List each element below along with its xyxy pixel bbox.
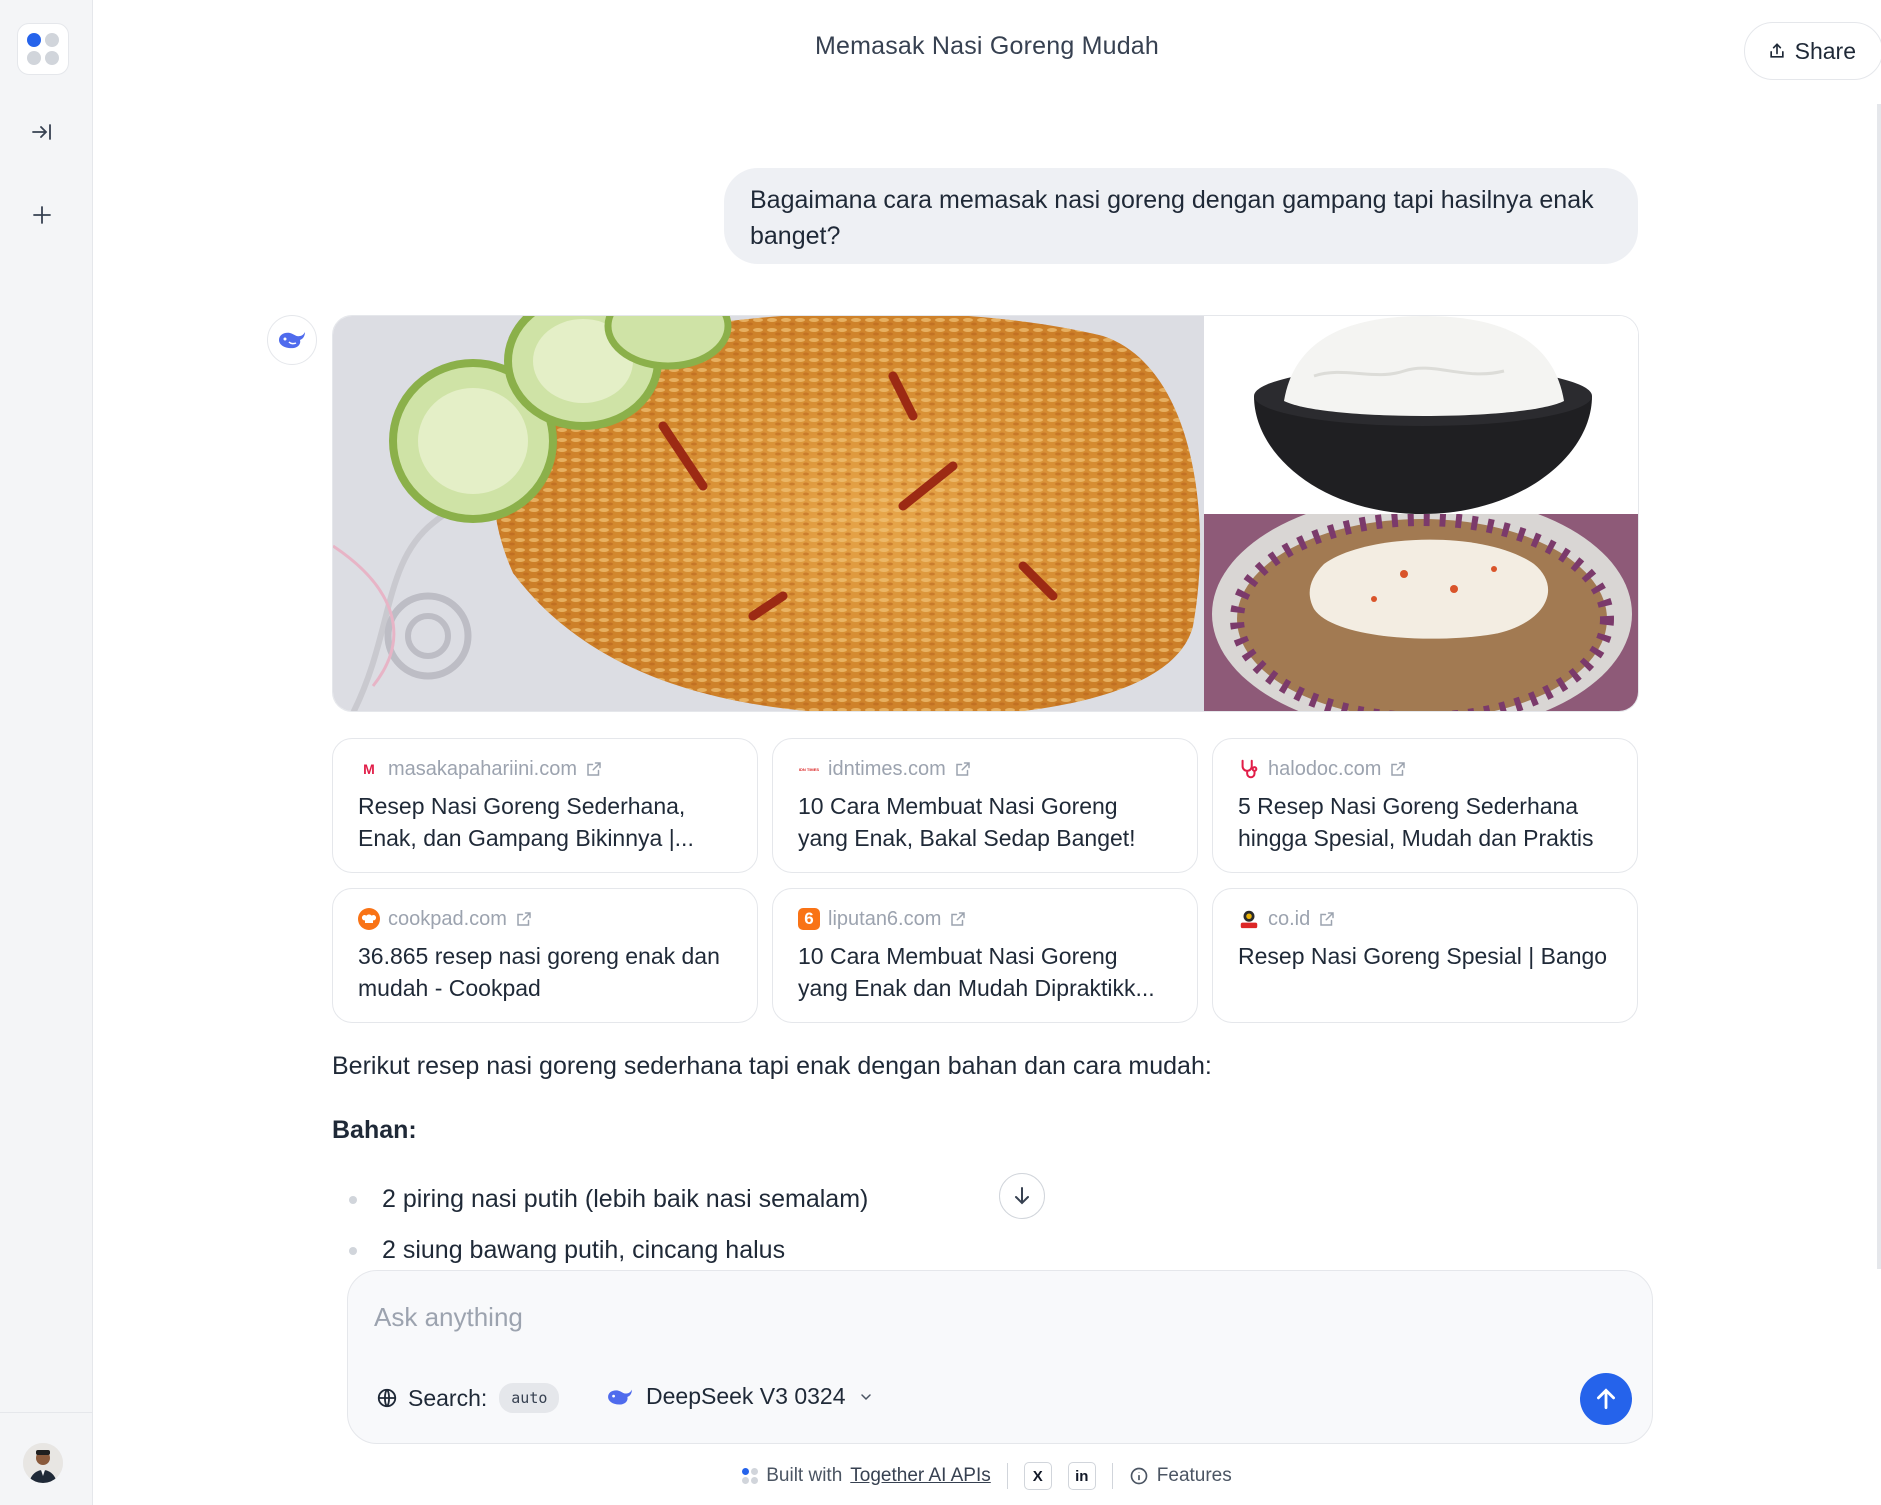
image-bowl-of-rice[interactable] [1204, 316, 1638, 514]
sidebar [0, 0, 93, 1505]
deepseek-whale-icon [608, 1389, 632, 1404]
sidebar-divider [0, 1412, 93, 1413]
model-name: DeepSeek V3 0324 [646, 1383, 846, 1409]
source-title: 5 Resep Nasi Goreng Sederhana hingga Spe… [1238, 793, 1594, 851]
bango-icon [1238, 908, 1260, 930]
search-label: Search: [408, 1384, 488, 1411]
scroll-to-bottom-button[interactable] [999, 1173, 1045, 1219]
share-button[interactable]: Share [1743, 22, 1881, 80]
built-with: Built with Together AI APIs [742, 1465, 991, 1487]
idntimes-favicon-icon: IDN TIMES [798, 766, 820, 772]
chevron-down-icon [860, 1393, 871, 1400]
arrow-down-icon [1015, 1187, 1029, 1205]
share-icon [1769, 43, 1784, 58]
search-toggle[interactable]: Search: auto [376, 1383, 560, 1413]
source-domain: co.id [1268, 907, 1311, 930]
chat-input[interactable] [374, 1297, 1574, 1337]
footer-divider [1006, 1463, 1008, 1489]
collapse-sidebar-icon[interactable] [24, 114, 60, 150]
search-mode-badge[interactable]: auto [499, 1383, 560, 1413]
footer: Built with Together AI APIs X in Feature… [93, 1462, 1881, 1490]
together-ai-link[interactable]: Together AI APIs [850, 1465, 990, 1487]
source-title: 10 Cara Membuat Nasi Goreng yang Enak, B… [798, 793, 1136, 851]
image-fried-rice-cucumber[interactable] [333, 316, 1204, 711]
source-title: Resep Nasi Goreng Sederhana, Enak, dan G… [358, 793, 694, 851]
built-with-text: Built with [766, 1465, 843, 1486]
linkedin-social-icon[interactable]: in [1067, 1462, 1096, 1490]
answer-intro: Berikut resep nasi goreng sederhana tapi… [332, 1052, 1212, 1080]
source-domain: masakapahariini.com [388, 757, 577, 780]
source-domain: liputan6.com [828, 907, 942, 930]
answer-heading: Bahan: [332, 1116, 417, 1144]
external-link-icon [517, 912, 531, 926]
source-cards: M masakapahariini.com Resep Nasi Goreng … [332, 738, 1639, 1023]
footer-divider [1111, 1463, 1113, 1489]
user-message: Bagaimana cara memasak nasi goreng denga… [724, 168, 1638, 264]
image-gallery [332, 315, 1639, 712]
chat-composer: Search: auto DeepSeek V3 0324 [347, 1270, 1653, 1444]
features-link[interactable]: Features [1129, 1465, 1232, 1487]
chef-hat-icon [358, 908, 380, 930]
together-logo-icon [742, 1468, 759, 1484]
source-card-bango[interactable]: co.id Resep Nasi Goreng Spesial | Bango [1212, 888, 1638, 1023]
page-title: Memasak Nasi Goreng Mudah [814, 32, 1160, 60]
source-domain: cookpad.com [388, 907, 507, 930]
share-label: Share [1794, 37, 1856, 64]
app-logo[interactable] [17, 23, 69, 75]
external-link-icon [951, 912, 966, 926]
source-card-idntimes[interactable]: IDN TIMES idntimes.com 10 Cara Membuat N… [772, 738, 1198, 873]
source-title: 10 Cara Membuat Nasi Goreng yang Enak da… [798, 943, 1155, 1001]
source-title: Resep Nasi Goreng Spesial | Bango [1238, 943, 1608, 969]
external-link-icon [956, 762, 970, 776]
external-link-icon [587, 762, 601, 776]
send-button[interactable] [1580, 1373, 1632, 1425]
globe-icon [377, 1388, 397, 1408]
model-selector[interactable]: DeepSeek V3 0324 [606, 1383, 874, 1410]
source-title: 36.865 resep nasi goreng enak dan mudah … [358, 943, 720, 1001]
liputan6-favicon-icon: 6 [798, 908, 820, 930]
masakapahariini-favicon-icon: M [363, 761, 375, 777]
external-link-icon [1391, 762, 1406, 776]
source-domain: idntimes.com [828, 757, 946, 780]
source-card-cookpad[interactable]: cookpad.com 36.865 resep nasi goreng ena… [332, 888, 758, 1023]
source-card-liputan6[interactable]: 6 liputan6.com 10 Cara Membuat Nasi Gore… [772, 888, 1198, 1023]
source-card-masakapahariini[interactable]: M masakapahariini.com Resep Nasi Goreng … [332, 738, 758, 873]
external-link-icon [1320, 912, 1334, 926]
features-label: Features [1156, 1465, 1232, 1486]
deepseek-whale-icon [267, 315, 317, 365]
x-social-icon[interactable]: X [1023, 1462, 1052, 1490]
image-fried-rice-egg[interactable] [1204, 494, 1638, 711]
list-item: 2 piring nasi putih (lebih baik nasi sem… [332, 1181, 868, 1232]
source-card-halodoc[interactable]: halodoc.com 5 Resep Nasi Goreng Sederhan… [1212, 738, 1638, 873]
new-chat-plus-icon[interactable] [24, 197, 60, 233]
scrollbar[interactable] [1877, 104, 1881, 1269]
ingredient-list: 2 piring nasi putih (lebih baik nasi sem… [332, 1181, 868, 1283]
source-domain: halodoc.com [1268, 757, 1382, 780]
arrow-up-icon [1597, 1388, 1615, 1410]
avatar[interactable] [23, 1443, 63, 1483]
info-icon [1130, 1467, 1148, 1485]
stethoscope-icon [1238, 758, 1260, 780]
